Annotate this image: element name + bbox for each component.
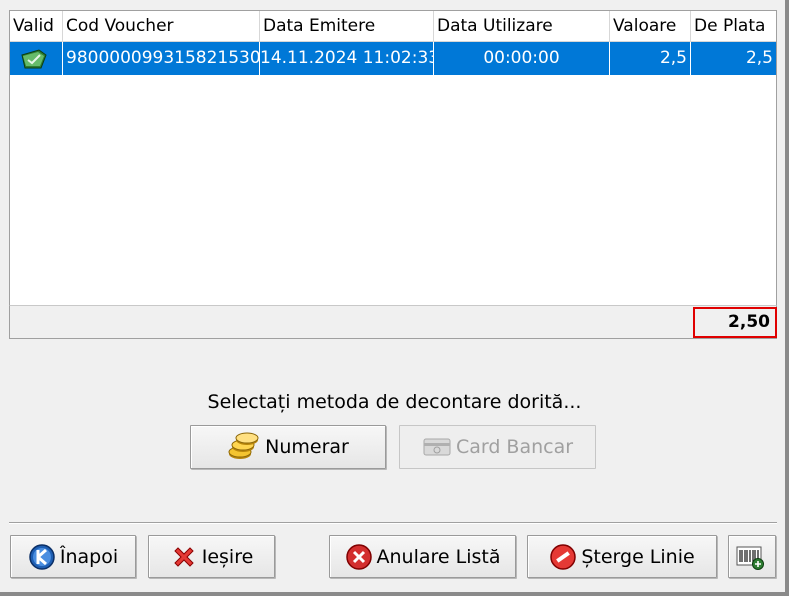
barcode-add-icon — [736, 546, 764, 570]
header-data-utilizare[interactable]: Data Utilizare — [434, 11, 610, 42]
payment-prompt: Selectați metoda de decontare dorită... — [207, 391, 582, 413]
table-row[interactable]: 98000009931582153000 14.11.2024 11:02:33… — [10, 42, 776, 75]
valid-cell — [10, 42, 63, 75]
cash-button[interactable]: Numerar — [190, 425, 386, 469]
data-emitere-cell: 14.11.2024 11:02:33 — [260, 42, 434, 75]
cancel-circle-icon — [345, 543, 372, 570]
de-plata-cell: 2,5 — [745, 48, 773, 68]
data-utilizare-cell: 00:00:00 — [434, 42, 610, 75]
voucher-grid[interactable]: Valid Cod Voucher Data Emitere Data Util… — [9, 10, 777, 306]
valoare-cell: 2,5 — [610, 42, 691, 75]
back-button-label: Înapoi — [59, 545, 119, 568]
back-button[interactable]: Înapoi — [10, 535, 136, 578]
exit-button-label: Ieșire — [201, 545, 254, 568]
card-button-label: Card Bancar — [455, 436, 574, 458]
cash-button-label: Numerar — [265, 436, 349, 458]
header-data-emitere[interactable]: Data Emitere — [260, 11, 434, 42]
grid-footer: 2,50 — [9, 305, 777, 339]
no-entry-icon — [550, 543, 577, 570]
barcode-button[interactable] — [728, 535, 776, 578]
header-valid[interactable]: Valid — [10, 11, 63, 42]
back-icon — [29, 543, 55, 570]
card-icon — [423, 438, 451, 456]
close-x-icon — [174, 546, 194, 567]
header-valoare[interactable]: Valoare — [610, 11, 691, 42]
valid-voucher-icon — [21, 49, 47, 69]
coins-icon — [228, 432, 259, 459]
total-amount: 2,50 — [693, 307, 777, 338]
window-frame-bottom — [0, 592, 789, 596]
separator — [9, 522, 777, 524]
cancel-list-button-label: Anulare Listă — [376, 545, 501, 568]
window-frame-right — [785, 0, 789, 596]
header-cod-voucher[interactable]: Cod Voucher — [63, 11, 260, 42]
grid-header: Valid Cod Voucher Data Emitere Data Util… — [10, 11, 776, 42]
exit-button[interactable]: Ieșire — [148, 535, 275, 578]
cod-voucher-cell: 98000009931582153000 — [63, 42, 260, 75]
delete-line-button-label: Șterge Linie — [581, 545, 695, 568]
header-de-plata[interactable]: De Plata — [691, 11, 776, 42]
cancel-list-button[interactable]: Anulare Listă — [329, 535, 516, 578]
delete-line-button[interactable]: Șterge Linie — [527, 535, 717, 578]
card-button[interactable]: Card Bancar — [399, 425, 596, 469]
